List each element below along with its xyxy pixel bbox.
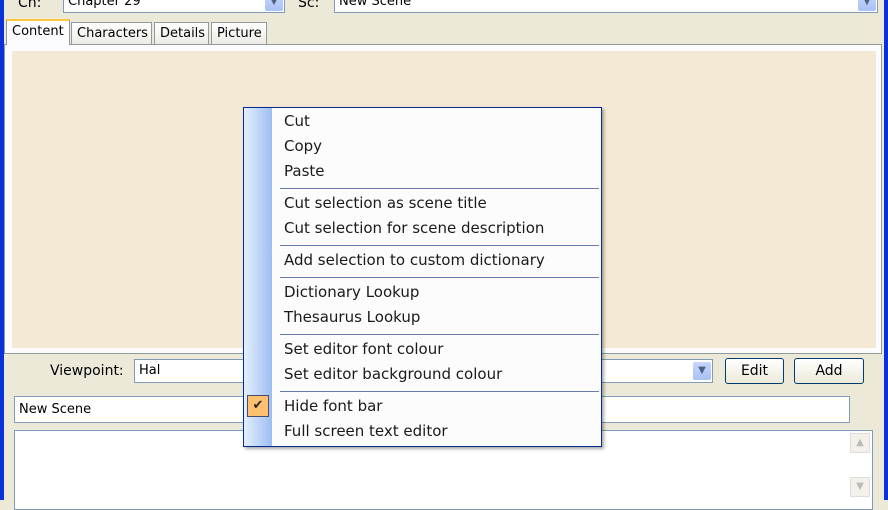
viewpoint-value: Hal [139, 363, 161, 378]
menu-item-font-colour[interactable]: Set editor font colour [284, 337, 443, 362]
menu-item-full-screen-editor[interactable]: Full screen text editor [284, 419, 448, 444]
chapter-label: Ch: [18, 0, 42, 11]
tab-picture[interactable]: Picture [211, 22, 267, 44]
chevron-down-icon[interactable]: ▼ [693, 362, 711, 380]
menu-item-add-to-dictionary[interactable]: Add selection to custom dictionary [284, 248, 545, 273]
edit-button[interactable]: Edit [725, 358, 784, 384]
scene-select[interactable]: New Scene ▼ [334, 0, 878, 13]
menu-item-cut[interactable]: Cut [284, 109, 310, 134]
window-border-right [884, 0, 888, 500]
arrow-down-icon[interactable]: ▼ [850, 477, 870, 497]
menu-separator [280, 277, 599, 278]
menu-item-cut-as-title[interactable]: Cut selection as scene title [284, 191, 487, 216]
checkmark-icon: ✔ [247, 395, 269, 417]
menu-separator [280, 245, 599, 246]
chevron-down-icon[interactable]: ▼ [858, 0, 876, 11]
menu-item-background-colour[interactable]: Set editor background colour [284, 362, 502, 387]
tab-content[interactable]: Content [6, 19, 70, 45]
chevron-down-icon[interactable]: ▼ [265, 0, 283, 11]
menu-item-paste[interactable]: Paste [284, 159, 325, 184]
arrow-up-icon[interactable]: ▲ [850, 433, 870, 453]
menu-item-hide-font-bar[interactable]: Hide font bar [284, 394, 382, 419]
scene-value: New Scene [339, 0, 412, 9]
scene-label: Sc: [298, 0, 320, 11]
viewpoint-label: Viewpoint: [50, 363, 124, 379]
tab-details[interactable]: Details [154, 22, 209, 44]
menu-separator [280, 391, 599, 392]
menu-separator [280, 188, 599, 189]
tab-characters[interactable]: Characters [71, 22, 152, 44]
menu-separator [280, 334, 599, 335]
chapter-select[interactable]: Chapter 29 ▼ [63, 0, 285, 13]
menu-item-cut-for-description[interactable]: Cut selection for scene description [284, 216, 544, 241]
menu-item-copy[interactable]: Copy [284, 134, 322, 159]
add-button[interactable]: Add [794, 358, 864, 384]
menu-item-thesaurus-lookup[interactable]: Thesaurus Lookup [284, 305, 420, 330]
chapter-value: Chapter 29 [68, 0, 141, 9]
menu-item-dictionary-lookup[interactable]: Dictionary Lookup [284, 280, 419, 305]
context-menu: Cut Copy Paste Cut selection as scene ti… [243, 107, 602, 447]
